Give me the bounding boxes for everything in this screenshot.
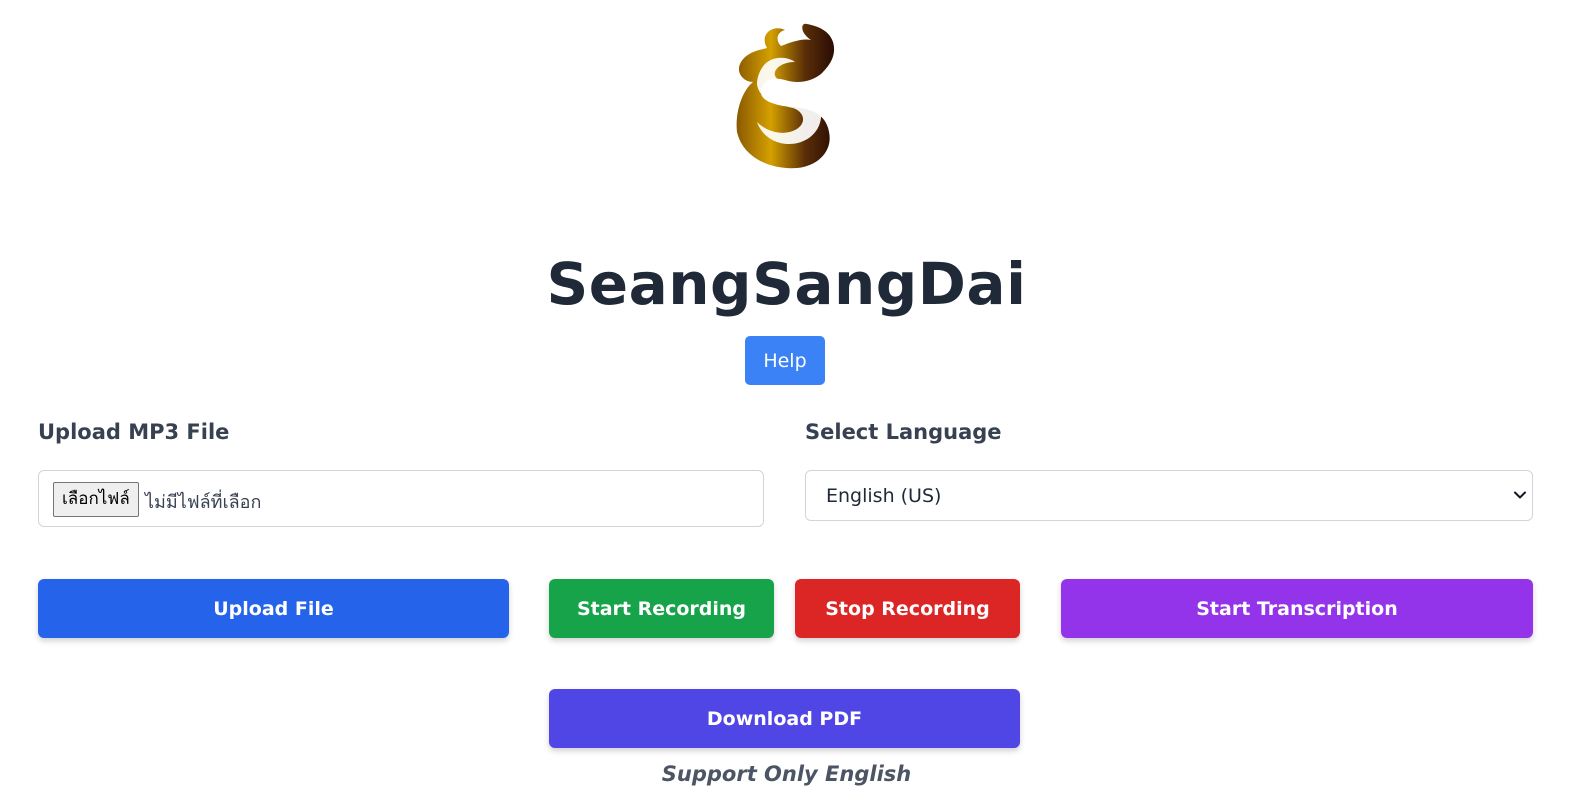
help-button[interactable]: Help (745, 336, 825, 385)
upload-label: Upload MP3 File (38, 420, 230, 444)
app-page: SeangSangDai Help Upload MP3 File Select… (0, 0, 1573, 804)
stop-recording-button[interactable]: Stop Recording (795, 579, 1020, 638)
language-label: Select Language (805, 420, 1002, 444)
choose-file-button[interactable]: เลือกไฟล์ (53, 482, 139, 517)
support-note: Support Only English (661, 762, 912, 786)
start-transcription-button[interactable]: Start Transcription (1061, 579, 1533, 638)
no-file-text: ไม่มีไฟล์ที่เลือก (145, 492, 262, 513)
chevron-down-icon (1514, 491, 1526, 499)
start-recording-button[interactable]: Start Recording (549, 579, 774, 638)
page-title: SeangSangDai (546, 250, 1027, 318)
logo-icon (736, 23, 835, 169)
language-select[interactable]: English (US) (805, 470, 1533, 521)
language-select-value: English (US) (826, 485, 942, 507)
upload-file-button[interactable]: Upload File (38, 579, 509, 638)
file-input[interactable]: เลือกไฟล์ ไม่มีไฟล์ที่เลือก (38, 470, 764, 527)
download-pdf-button[interactable]: Download PDF (549, 689, 1020, 748)
